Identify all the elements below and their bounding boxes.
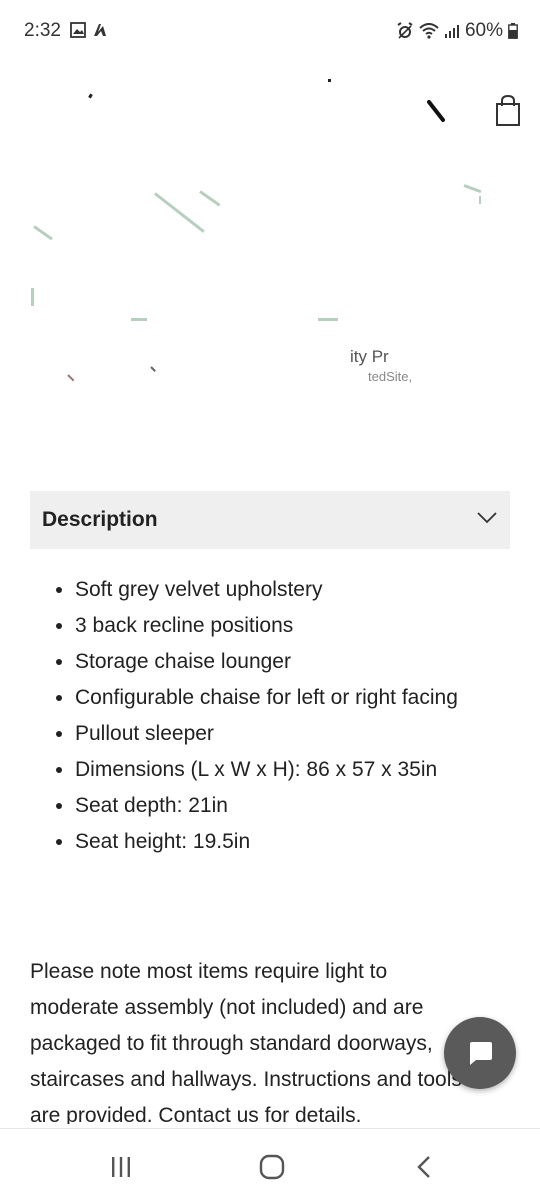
- assembly-note: Please note most items require light to …: [30, 960, 462, 1124]
- image-fragment: [463, 184, 482, 194]
- list-item: 3 back recline positions: [75, 608, 515, 644]
- status-bar: 2:32 60%: [0, 0, 540, 62]
- chevron-down-icon: [476, 511, 510, 530]
- feature-list: Soft grey velvet upholstery 3 back recli…: [55, 572, 515, 860]
- system-nav-bar: [0, 1128, 540, 1201]
- alarm-icon: [396, 22, 414, 40]
- image-fragment: [131, 318, 147, 321]
- signal-icon: [444, 23, 460, 39]
- image-fragment: [199, 190, 221, 207]
- image-fragment: [154, 192, 205, 233]
- chat-bubble-icon: [466, 1040, 494, 1066]
- recent-apps-icon[interactable]: [103, 1149, 139, 1185]
- list-item: Storage chaise lounger: [75, 644, 515, 680]
- back-icon[interactable]: [406, 1149, 442, 1185]
- image-fragment: [318, 318, 338, 321]
- image-icon: [70, 22, 86, 38]
- battery-percent: 60%: [464, 20, 503, 41]
- image-fragment: [150, 366, 156, 372]
- description-title: Description: [42, 508, 158, 531]
- home-icon[interactable]: [254, 1149, 290, 1185]
- list-item: Dimensions (L x W x H): 86 x 57 x 35in: [75, 752, 515, 788]
- status-icons-right: 60%: [396, 20, 518, 42]
- image-fragment: [33, 225, 53, 241]
- header-fragment: [88, 93, 93, 99]
- app-notification-icon: [92, 22, 108, 38]
- list-item: Seat depth: 21in: [75, 788, 515, 824]
- chat-button[interactable]: [444, 1017, 516, 1089]
- description-accordion[interactable]: Description: [30, 491, 510, 549]
- search-icon[interactable]: [425, 98, 447, 126]
- image-fragment: [31, 288, 34, 306]
- list-item: Soft grey velvet upholstery: [75, 572, 515, 608]
- product-image-loading: ity Pr tedSite,: [0, 140, 540, 410]
- header-fragment: [328, 79, 331, 82]
- status-icons-left: [70, 22, 108, 38]
- image-fragment-subtext: tedSite,: [368, 369, 413, 384]
- shopping-bag-icon[interactable]: [492, 94, 524, 128]
- battery-icon: [508, 23, 518, 39]
- wifi-icon: [419, 23, 439, 39]
- list-item: Seat height: 19.5in: [75, 824, 515, 860]
- status-time: 2:32: [24, 20, 61, 41]
- list-item: Pullout sleeper: [75, 716, 515, 752]
- list-item: Configurable chaise for left or right fa…: [75, 680, 515, 716]
- image-fragment-text: ity Pr: [350, 347, 389, 366]
- image-fragment: [67, 374, 75, 382]
- image-fragment: [479, 196, 481, 204]
